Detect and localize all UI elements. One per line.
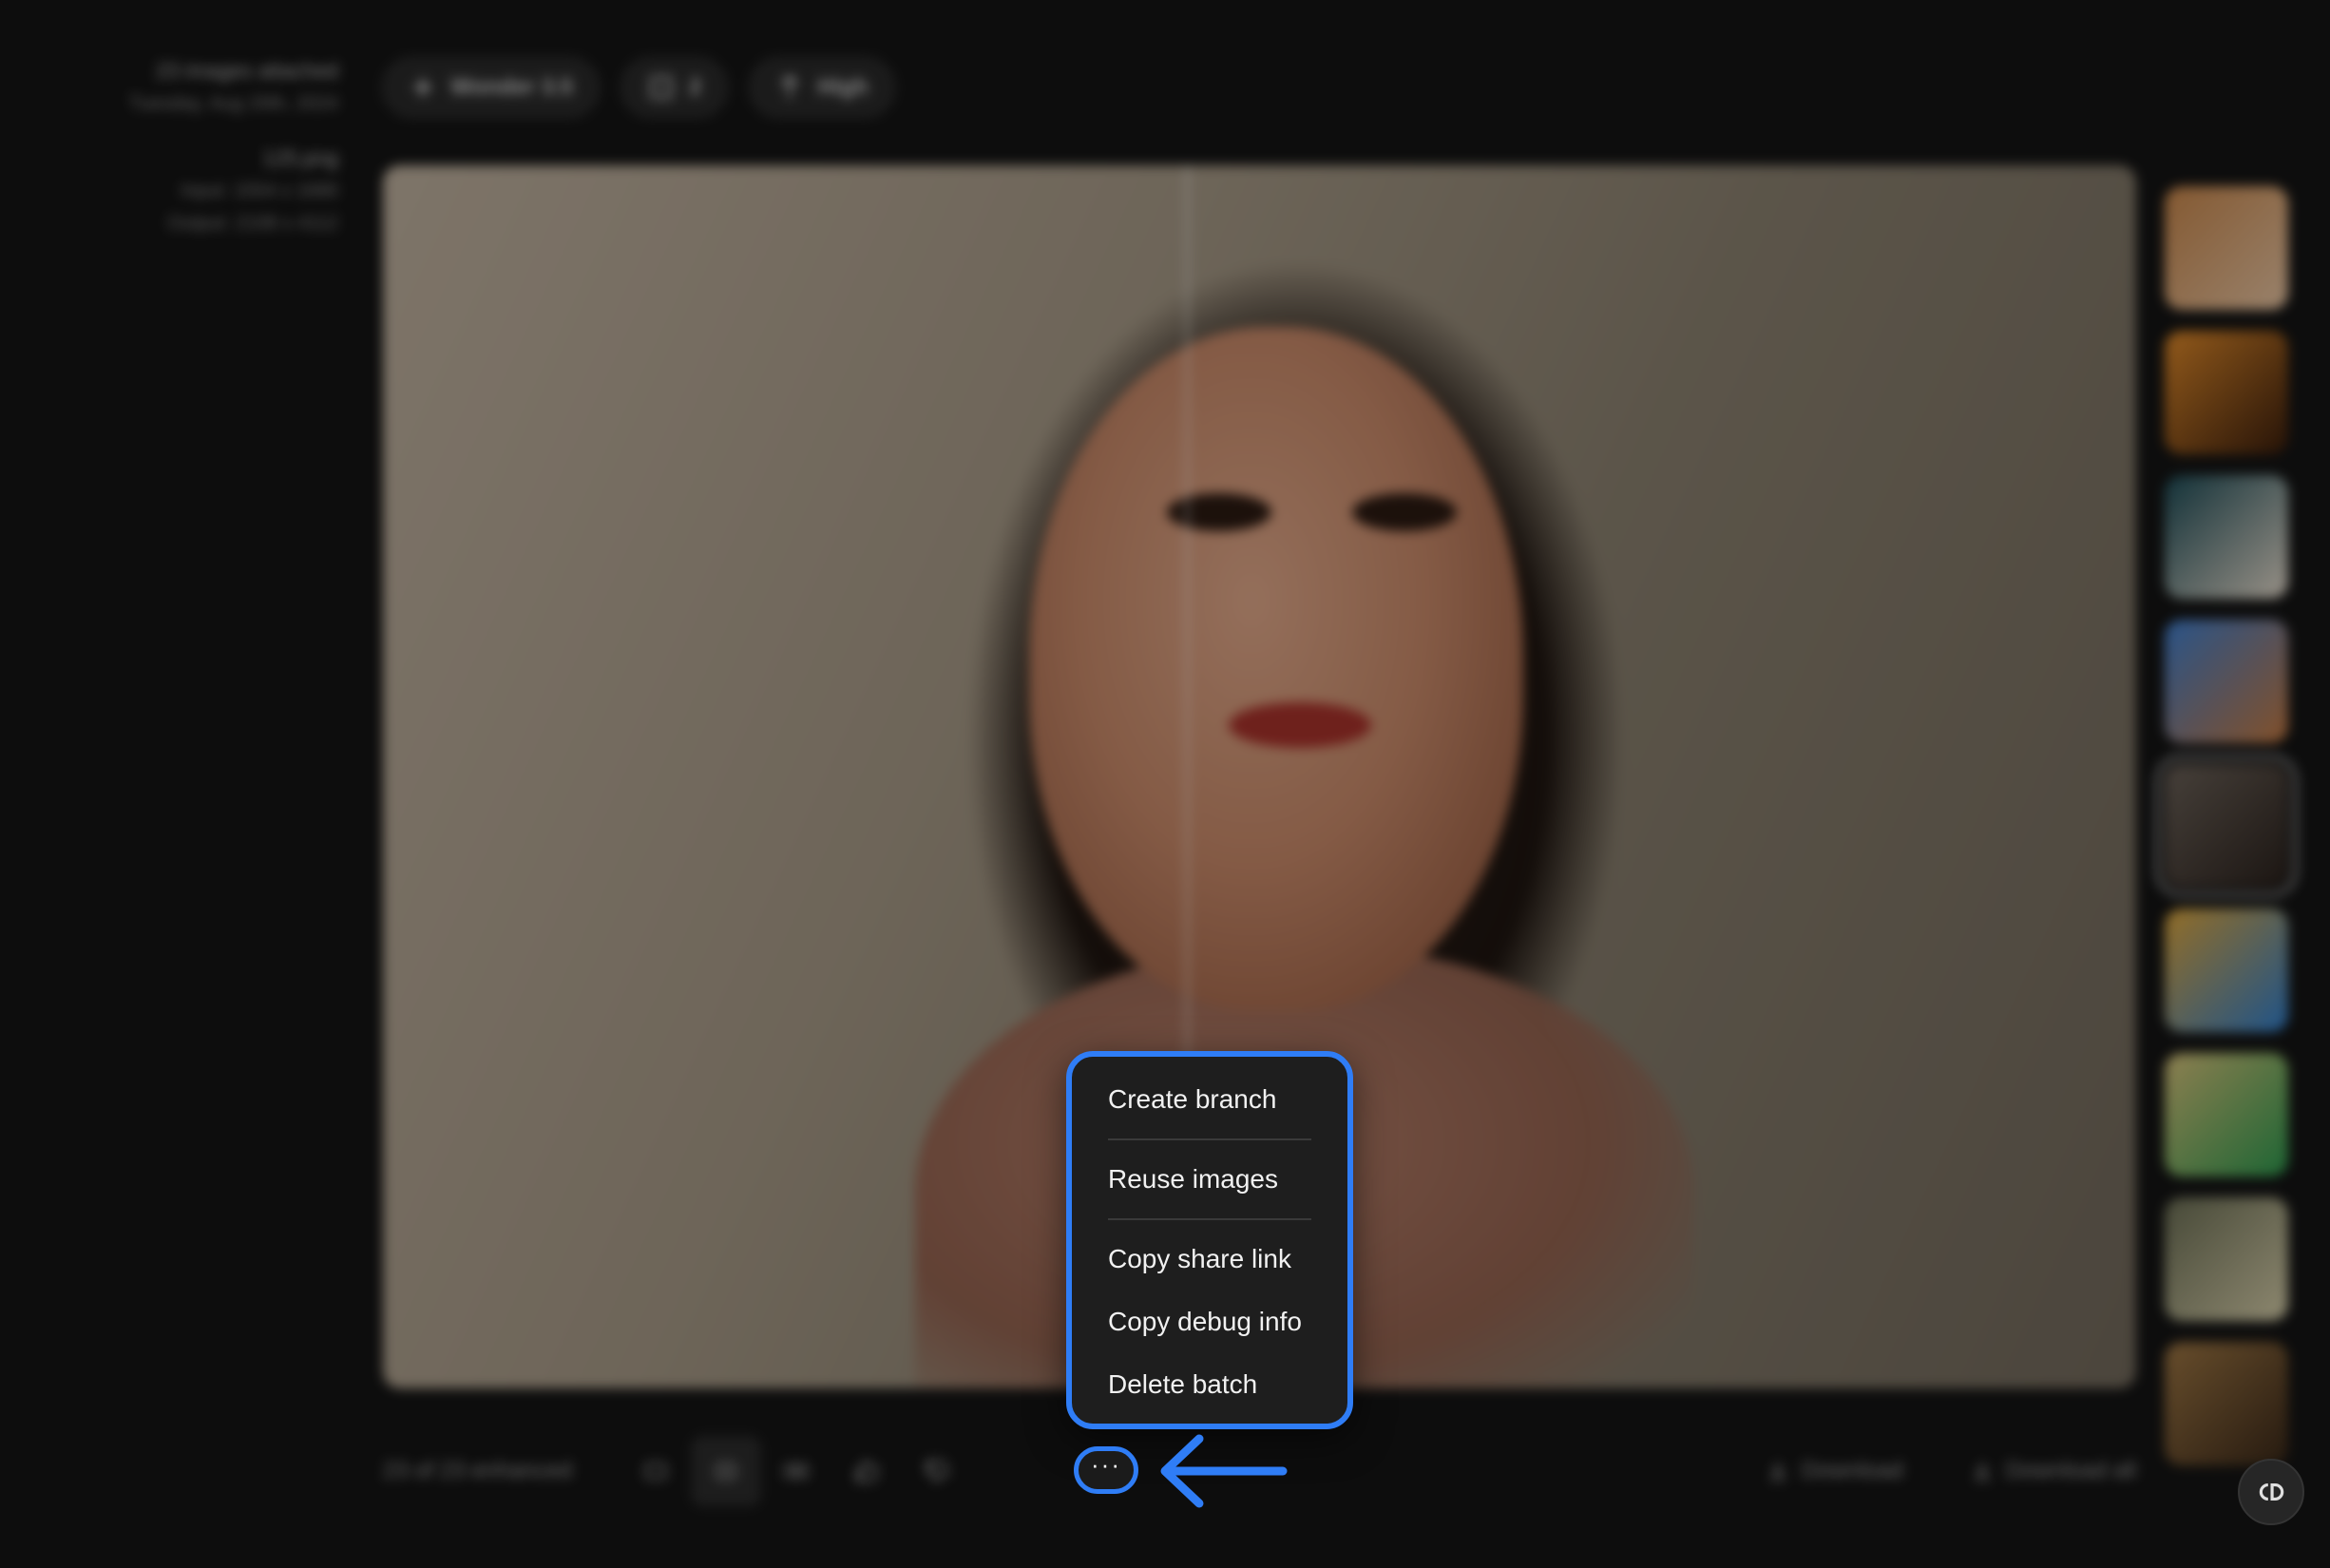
enhance-status: 23 of 23 enhanced bbox=[383, 1458, 572, 1483]
annotation-arrow-icon bbox=[1160, 1434, 1288, 1508]
menu-item-reuse-images[interactable]: Reuse images bbox=[1072, 1148, 1347, 1211]
thumbnail[interactable] bbox=[2165, 331, 2288, 454]
chat-logo-icon bbox=[2259, 1482, 2284, 1501]
view-split-button[interactable] bbox=[691, 1436, 761, 1506]
sparkle-icon bbox=[411, 75, 435, 100]
thumbs-up-button[interactable] bbox=[831, 1436, 902, 1506]
frame-icon bbox=[649, 75, 674, 100]
thumbnail[interactable] bbox=[2165, 475, 2288, 599]
more-dots-icon: ··· bbox=[1091, 1450, 1121, 1479]
thumbnail[interactable] bbox=[2165, 1053, 2288, 1176]
view-side-by-side-button[interactable] bbox=[761, 1436, 831, 1506]
menu-divider bbox=[1108, 1218, 1311, 1220]
more-options-button[interactable]: ··· bbox=[1074, 1446, 1138, 1494]
thumbs-down-button[interactable] bbox=[902, 1436, 972, 1506]
arrow-up-icon bbox=[780, 74, 800, 99]
thumbnail[interactable] bbox=[2165, 1197, 2288, 1321]
menu-item-delete-batch[interactable]: Delete batch bbox=[1072, 1353, 1347, 1416]
download-all-button[interactable]: Download all bbox=[1970, 1458, 2136, 1484]
batch-title: 23 images attached bbox=[155, 59, 338, 83]
download-icon bbox=[1769, 1462, 1786, 1481]
single-view-icon bbox=[644, 1463, 667, 1480]
menu-item-create-branch[interactable]: Create branch bbox=[1072, 1068, 1347, 1131]
scale-label: 2 bbox=[688, 74, 702, 100]
download-button[interactable]: Download bbox=[1766, 1458, 1903, 1484]
settings-pills: Wonder 3.5 2 High bbox=[382, 57, 895, 118]
thumbnail-strip bbox=[2155, 186, 2298, 1465]
chat-support-button[interactable] bbox=[2238, 1459, 2304, 1525]
scale-pill[interactable]: 2 bbox=[620, 57, 729, 118]
quality-label: High bbox=[817, 74, 869, 100]
model-label: Wonder 3.5 bbox=[450, 74, 573, 100]
download-label: Download bbox=[1801, 1458, 1903, 1483]
download-all-label: Download all bbox=[2005, 1458, 2136, 1483]
thumbnail[interactable] bbox=[2165, 186, 2288, 310]
output-size: Output: 2108 x 4112 bbox=[167, 213, 338, 234]
thumbs-down-icon bbox=[926, 1460, 949, 1482]
batch-date: Tuesday, Aug 20th, 2024 bbox=[128, 93, 338, 114]
thumbnail[interactable] bbox=[2165, 1342, 2288, 1465]
thumbs-up-icon bbox=[855, 1460, 879, 1482]
quality-pill[interactable]: High bbox=[749, 57, 895, 118]
side-by-side-icon bbox=[784, 1463, 809, 1479]
menu-item-copy-debug-info[interactable]: Copy debug info bbox=[1072, 1291, 1347, 1353]
input-size: Input: 1554 x 1680 bbox=[181, 181, 338, 201]
view-single-button[interactable] bbox=[621, 1436, 691, 1506]
thumbnail[interactable] bbox=[2165, 908, 2288, 1032]
thumbnail[interactable] bbox=[2155, 755, 2298, 897]
download-all-icon bbox=[1973, 1462, 1991, 1481]
batch-context-menu: Create branch Reuse images Copy share li… bbox=[1066, 1051, 1353, 1429]
file-name: 125.png bbox=[262, 146, 338, 170]
thumbnail[interactable] bbox=[2165, 620, 2288, 743]
batch-info-panel: 23 images attached Tuesday, Aug 20th, 20… bbox=[38, 55, 338, 239]
split-view-icon bbox=[715, 1463, 737, 1480]
menu-item-copy-share-link[interactable]: Copy share link bbox=[1072, 1228, 1347, 1291]
model-pill[interactable]: Wonder 3.5 bbox=[382, 57, 600, 118]
menu-divider bbox=[1108, 1138, 1311, 1140]
